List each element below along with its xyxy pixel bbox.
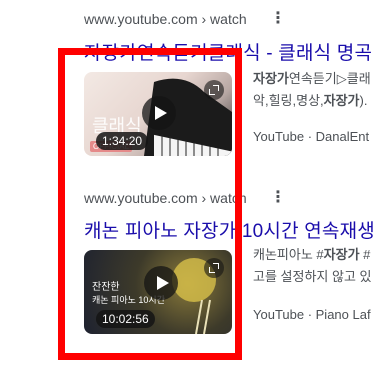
result-snippet: 자장가연속듣기▷클래 악,힐링,명상,자장가). [253,68,371,112]
red-highlight-box [58,48,242,360]
snippet-text: 악,힐링,명상, [253,93,324,108]
snippet-text: 고를 설정하지 않고 있 [253,269,372,284]
snippet-text: 캐논피아노 # [253,247,324,262]
snippet-text: # [359,247,371,262]
result-snippet: 캐논피아노 #자장가 # 고를 설정하지 않고 있 [253,244,371,288]
more-options-icon[interactable]: ⋮ [270,11,286,27]
snippet-bold: 자장가 [323,93,360,108]
snippet-bold: 자장가 [253,71,289,86]
result-url[interactable]: www.youtube.com › watch [84,11,247,27]
snippet-bold: 자장가 [323,247,360,262]
more-options-icon[interactable]: ⋮ [270,190,286,206]
snippet-text: 연속듣기▷클래 [288,71,371,86]
result-source: YouTube · DanalEnt [253,129,370,144]
snippet-text: ). [359,93,368,108]
result-source: YouTube · Piano Laf [253,307,371,322]
